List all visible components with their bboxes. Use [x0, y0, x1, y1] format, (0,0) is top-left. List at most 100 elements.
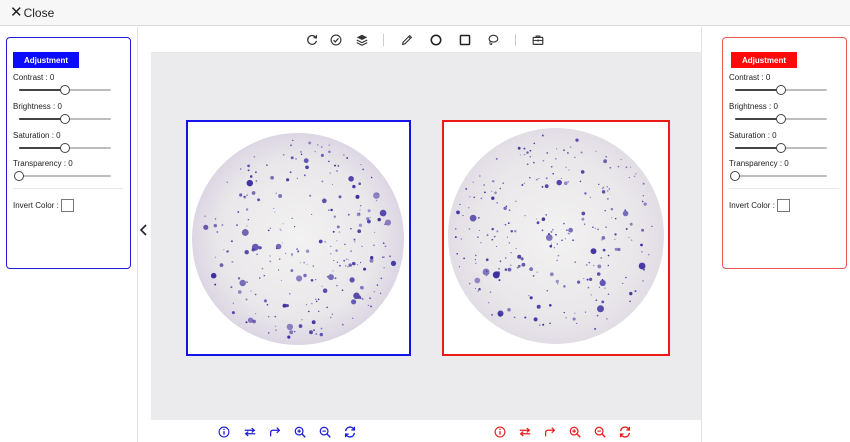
colony-dot [273, 207, 275, 210]
check-circle-icon[interactable] [328, 32, 344, 48]
colony-dot [545, 177, 548, 180]
slider-thumb[interactable] [14, 171, 24, 181]
colony-dot [480, 197, 483, 200]
sync-icon[interactable] [618, 425, 632, 439]
pencil-icon[interactable] [399, 32, 415, 48]
colony-dot [249, 175, 253, 178]
refresh-icon[interactable] [304, 32, 320, 48]
colony-dot [635, 173, 637, 175]
slider-thumb[interactable] [776, 143, 786, 153]
colony-dot [245, 208, 249, 211]
right-saturation-slider[interactable] [735, 143, 827, 153]
colony-dot [550, 230, 553, 233]
colony-dot [213, 223, 218, 228]
redo-icon[interactable] [268, 425, 282, 439]
colony-dot [369, 297, 371, 300]
right-invert-checkbox[interactable] [776, 199, 790, 212]
colony-dot [301, 319, 303, 321]
colony-dot [544, 184, 549, 189]
colony-dot [588, 261, 591, 264]
colony-dot [595, 150, 597, 152]
square-icon[interactable] [457, 32, 473, 48]
colony-dot [343, 154, 345, 156]
colony-dot [270, 175, 274, 180]
colony-dot [382, 242, 385, 245]
colony-dot [341, 323, 344, 326]
swap-icon[interactable] [243, 425, 257, 439]
colony-dot [608, 188, 611, 190]
right-contrast-slider[interactable] [735, 85, 827, 95]
colony-dot [239, 279, 246, 287]
info-icon[interactable] [217, 425, 231, 439]
colony-dot [241, 229, 249, 236]
toolbox-icon[interactable] [530, 32, 546, 48]
info-icon[interactable] [493, 425, 507, 439]
colony-dot [255, 313, 257, 315]
colony-dot [617, 247, 621, 252]
slider-thumb[interactable] [60, 85, 70, 95]
colony-dot [243, 195, 247, 199]
zoom-out-icon[interactable] [593, 425, 607, 439]
slider-track [735, 175, 827, 177]
slider-thumb[interactable] [776, 85, 786, 95]
right-transparency-slider[interactable] [730, 171, 827, 181]
colony-dot [324, 241, 326, 243]
left-saturation-slider[interactable] [19, 143, 111, 153]
colony-dot [572, 317, 576, 321]
lasso-icon[interactable] [485, 32, 501, 48]
redo-icon[interactable] [543, 425, 557, 439]
colony-dot [607, 198, 609, 200]
colony-dot [556, 243, 559, 245]
zoom-in-icon[interactable] [293, 425, 307, 439]
colony-dot [642, 280, 644, 282]
left-contrast-slider[interactable] [19, 85, 111, 95]
colony-dot [346, 258, 348, 260]
colony-dot [331, 183, 333, 186]
colony-dot [317, 298, 320, 301]
colony-dot [308, 141, 312, 145]
colony-dot [257, 198, 261, 202]
colony-dot [633, 175, 636, 178]
left-brightness-slider[interactable] [19, 114, 111, 124]
circle-icon[interactable] [428, 32, 444, 48]
zoom-out-icon[interactable] [318, 425, 332, 439]
colony-dot [328, 209, 330, 211]
left-invert-label: Invert Color : [13, 201, 59, 210]
right-invert-control: Invert Color : [729, 199, 790, 212]
colony-dot [583, 223, 586, 225]
chevron-left-icon[interactable] [138, 222, 150, 238]
sync-icon[interactable] [343, 425, 357, 439]
slider-thumb[interactable] [60, 114, 70, 124]
colony-dot [456, 252, 459, 255]
swap-icon[interactable] [518, 425, 532, 439]
colony-dot [358, 182, 362, 186]
colony-dot [545, 214, 547, 216]
zoom-in-icon[interactable] [568, 425, 582, 439]
colony-dot [360, 261, 362, 264]
colony-dot [563, 149, 565, 152]
right-brightness-slider[interactable] [735, 114, 827, 124]
slider-thumb[interactable] [776, 114, 786, 124]
slider-thumb[interactable] [730, 171, 740, 181]
left-image-frame[interactable] [186, 120, 411, 356]
colony-dot [299, 262, 301, 264]
right-image-frame[interactable] [442, 120, 670, 356]
layers-icon[interactable] [354, 32, 370, 48]
colony-dot [375, 199, 378, 202]
colony-dot [314, 150, 316, 153]
colony-dot [326, 275, 329, 278]
colony-dot [491, 190, 493, 192]
colony-dot [232, 302, 234, 304]
colony-dot [502, 182, 505, 185]
slider-thumb[interactable] [60, 143, 70, 153]
left-adjustment-button[interactable]: Adjustment [13, 52, 79, 68]
left-transparency-slider[interactable] [14, 171, 111, 181]
colony-dot [353, 238, 356, 241]
right-adjustment-button[interactable]: Adjustment [731, 52, 797, 68]
colony-dot [590, 294, 592, 296]
colony-dot [555, 233, 557, 236]
left-invert-checkbox[interactable] [60, 199, 74, 212]
close-button[interactable]: ✕ Close [10, 4, 54, 22]
colony-dot [529, 149, 532, 152]
colony-dot [358, 213, 361, 215]
